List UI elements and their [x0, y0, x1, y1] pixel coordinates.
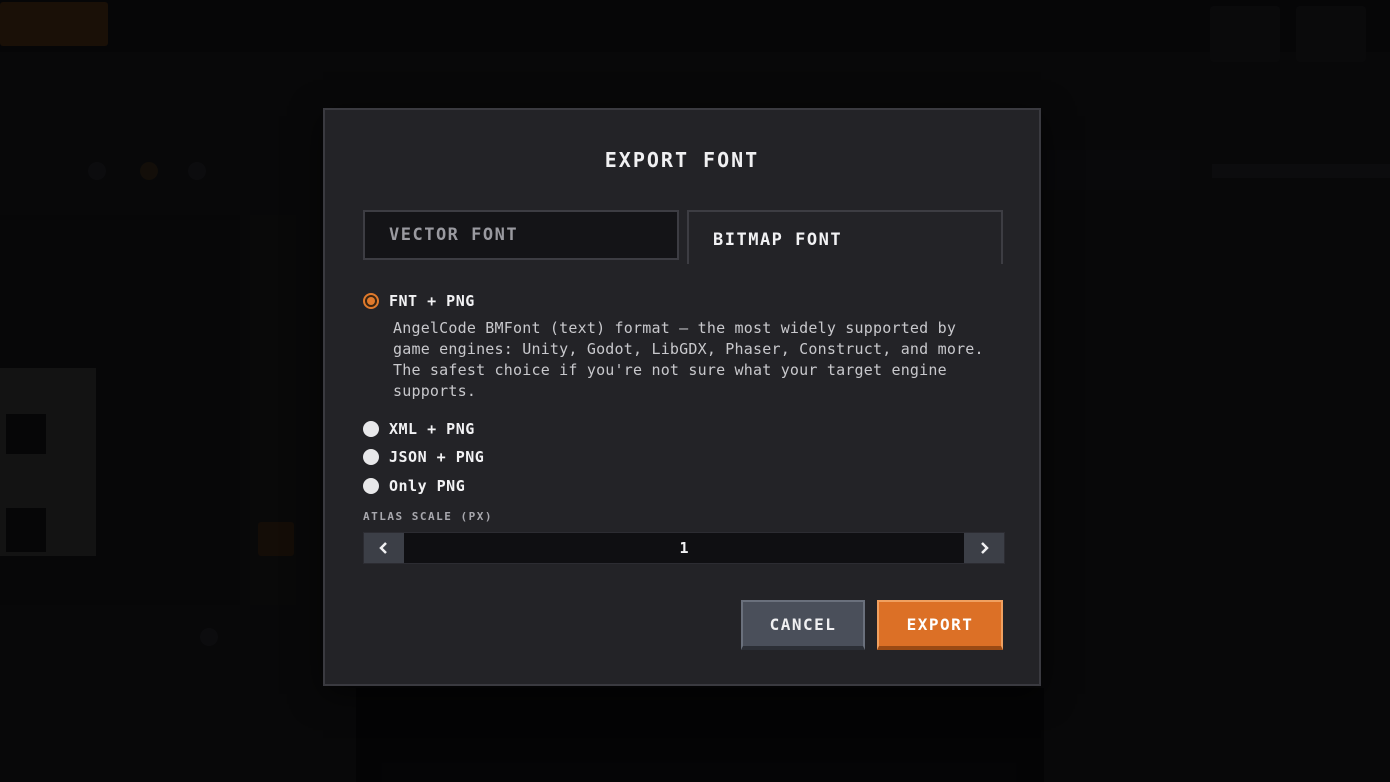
option-json-png[interactable]: JSON + PNG	[363, 448, 484, 466]
atlas-scale-label: ATLAS SCALE (PX)	[363, 510, 493, 523]
tab-vector-font[interactable]: VECTOR FONT	[363, 210, 679, 260]
export-button[interactable]: EXPORT	[877, 600, 1003, 650]
option-label: Only PNG	[389, 477, 466, 495]
decrement-button[interactable]	[364, 533, 404, 563]
cancel-button[interactable]: CANCEL	[741, 600, 865, 650]
radio-icon[interactable]	[363, 478, 379, 494]
dialog-title: EXPORT FONT	[604, 148, 760, 172]
option-only-png[interactable]: Only PNG	[363, 477, 465, 495]
atlas-scale-value[interactable]: 1	[404, 539, 964, 557]
tab-bitmap-font[interactable]: BITMAP FONT	[687, 210, 1003, 264]
chevron-left-icon	[379, 542, 387, 554]
atlas-scale-stepper: 1	[363, 532, 1005, 564]
radio-icon[interactable]	[363, 421, 379, 437]
option-label: FNT + PNG	[389, 292, 475, 310]
radio-icon[interactable]	[363, 449, 379, 465]
option-label: JSON + PNG	[389, 448, 485, 466]
option-xml-png[interactable]: XML + PNG	[363, 420, 475, 438]
option-fnt-png[interactable]: FNT + PNG	[363, 292, 475, 310]
radio-selected-icon[interactable]	[363, 293, 379, 309]
option-label: XML + PNG	[389, 420, 475, 438]
chevron-right-icon	[981, 542, 989, 554]
increment-button[interactable]	[964, 533, 1004, 563]
option-description: AngelCode BMFont (text) format — the mos…	[393, 319, 984, 400]
export-font-dialog: EXPORT FONT VECTOR FONT BITMAP FONT FNT …	[323, 108, 1041, 686]
